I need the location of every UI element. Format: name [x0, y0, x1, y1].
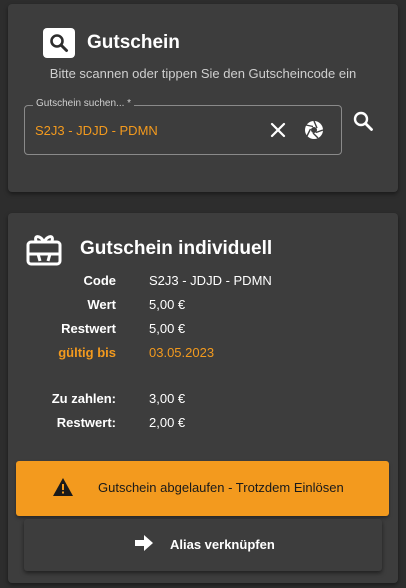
- search-card-header: Gutschein: [43, 28, 180, 58]
- detail-value: 3,00 €: [149, 391, 186, 406]
- detail-key: Zu zahlen:: [51, 391, 116, 406]
- detail-value: 03.05.2023: [149, 345, 215, 360]
- detail-key: Restwert: [61, 321, 116, 336]
- search-icon[interactable]: [352, 110, 374, 132]
- detail-key: Wert: [87, 297, 116, 312]
- detail-row-remaining: Restwert 5,00 €: [8, 321, 398, 341]
- detail-key: Code: [83, 273, 117, 288]
- arrow-right-icon: [135, 535, 153, 551]
- search-instructions: Bitte scannen oder tippen Sie den Gutsch…: [49, 66, 357, 81]
- voucher-search-field[interactable]: Gutschein suchen... *: [24, 98, 342, 155]
- detail-row-value: Wert 5,00 €: [8, 297, 398, 317]
- detail-row-balance: Restwert: 2,00 €: [8, 415, 398, 435]
- voucher-detail-card: Gutschein individuell Code S2J3 - JDJD -…: [8, 213, 398, 583]
- detail-row-valid-until: gültig bis 03.05.2023: [8, 345, 398, 365]
- search-logo-icon: [43, 28, 75, 58]
- detail-key: gültig bis: [58, 345, 116, 360]
- clear-icon[interactable]: [269, 121, 287, 139]
- detail-value: 5,00 €: [149, 297, 186, 312]
- camera-shutter-icon[interactable]: [304, 120, 324, 140]
- detail-value: 5,00 €: [149, 321, 186, 336]
- redeem-expired-button[interactable]: Gutschein abgelaufen - Trotzdem Einlösen: [16, 461, 389, 516]
- voucher-search-input[interactable]: [35, 120, 255, 140]
- detail-card-title: Gutschein individuell: [80, 238, 273, 259]
- detail-row-to-pay: Zu zahlen: 3,00 €: [8, 391, 398, 411]
- gift-card-icon: [26, 235, 62, 266]
- redeem-expired-label: Gutschein abgelaufen - Trotzdem Einlösen: [98, 480, 344, 495]
- link-alias-button[interactable]: Alias verknüpfen: [24, 519, 382, 571]
- voucher-search-card: Gutschein Bitte scannen oder tippen Sie …: [8, 4, 398, 192]
- link-alias-label: Alias verknüpfen: [170, 537, 275, 552]
- detail-key: Restwert:: [56, 415, 116, 430]
- warning-icon: [53, 478, 73, 496]
- detail-value: 2,00 €: [149, 415, 186, 430]
- detail-value: S2J3 - JDJD - PDMN: [149, 273, 272, 288]
- search-card-title: Gutschein: [87, 32, 180, 53]
- detail-card-header: Gutschein individuell: [26, 231, 272, 267]
- voucher-search-label: Gutschein suchen... *: [33, 98, 135, 109]
- detail-row-code: Code S2J3 - JDJD - PDMN: [8, 273, 398, 293]
